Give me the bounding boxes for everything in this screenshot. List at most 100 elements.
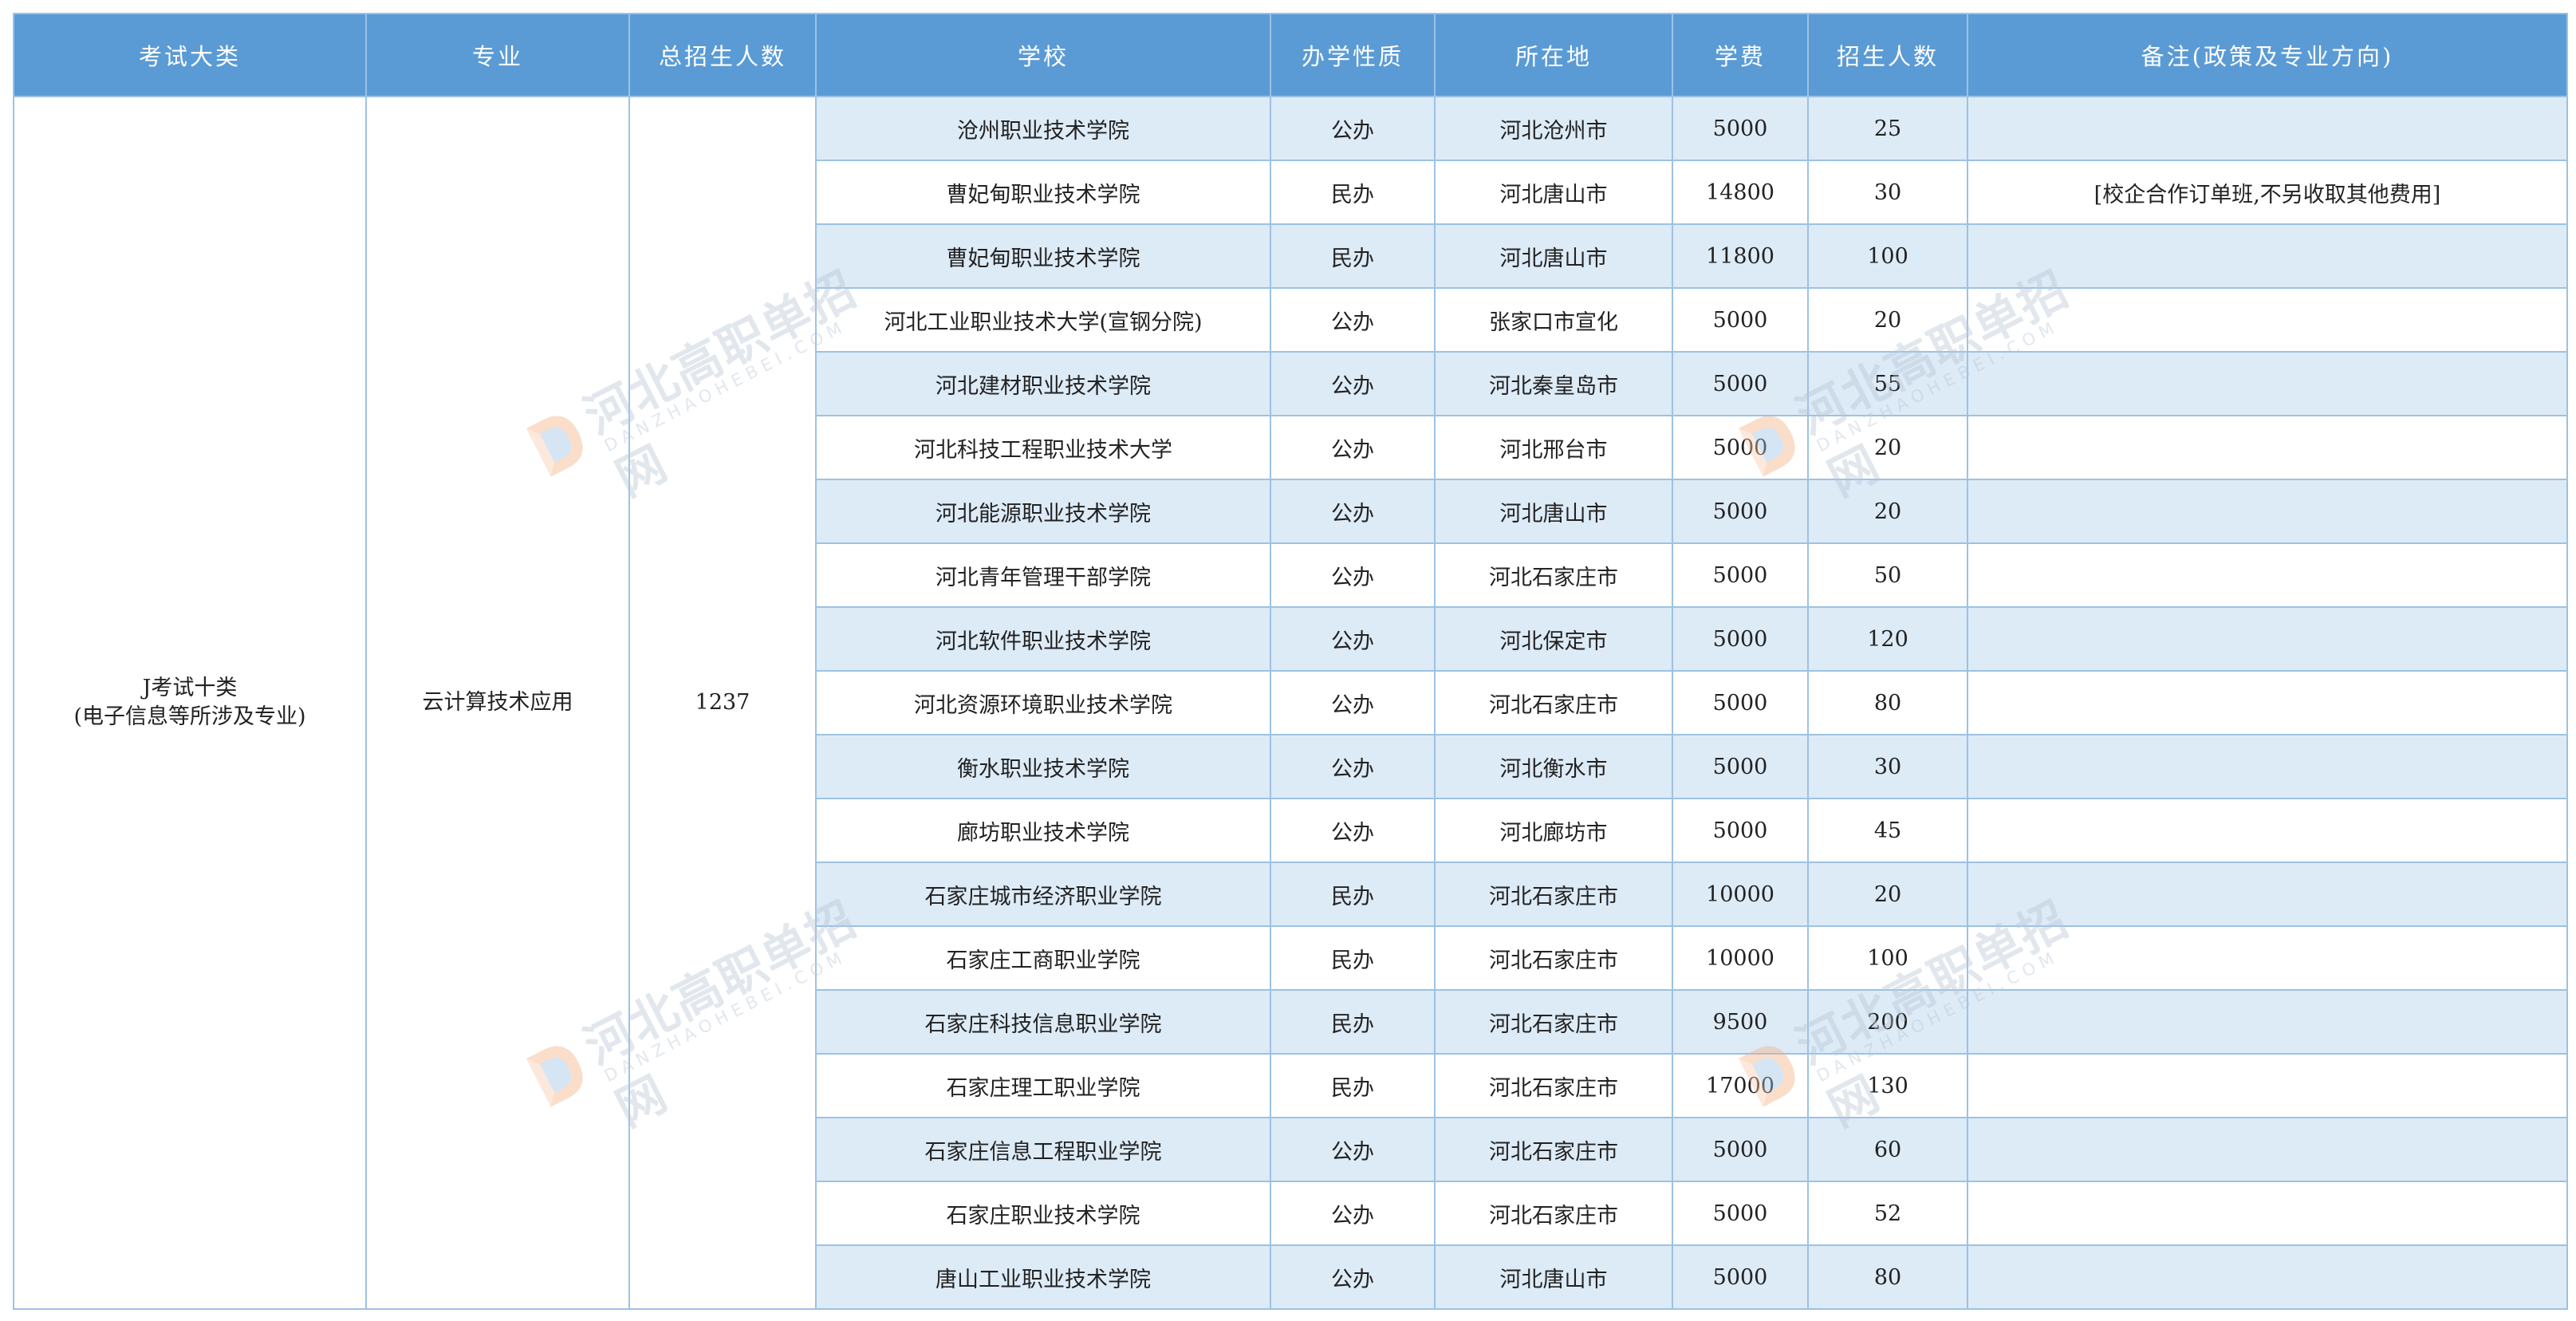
school-cell: 石家庄城市经济职业学院 bbox=[815, 862, 1271, 927]
type-cell: 公办 bbox=[1270, 351, 1436, 416]
type-cell: 公办 bbox=[1270, 1244, 1436, 1310]
location-cell: 河北廊坊市 bbox=[1434, 798, 1673, 863]
school-cell: 河北工业职业技术大学(宣钢分院) bbox=[815, 287, 1271, 353]
fee-cell: 5000 bbox=[1672, 1117, 1809, 1182]
note-cell bbox=[1967, 670, 2568, 735]
type-cell: 公办 bbox=[1270, 798, 1436, 863]
total-cell: 1237 bbox=[628, 96, 817, 1310]
type-cell: 民办 bbox=[1270, 223, 1436, 289]
note-cell bbox=[1967, 96, 2568, 161]
note-cell: [校企合作订单班,不另收取其他费用] bbox=[1967, 160, 2568, 225]
quota-cell: 45 bbox=[1807, 798, 1968, 863]
quota-cell: 80 bbox=[1807, 670, 1968, 735]
header-fee: 学费 bbox=[1672, 13, 1809, 97]
fee-cell: 10000 bbox=[1672, 862, 1809, 927]
type-cell: 公办 bbox=[1270, 1181, 1436, 1246]
quota-cell: 100 bbox=[1807, 223, 1968, 289]
quota-cell: 130 bbox=[1807, 1053, 1968, 1118]
type-cell: 公办 bbox=[1270, 96, 1436, 161]
quota-cell: 20 bbox=[1807, 287, 1968, 353]
fee-cell: 5000 bbox=[1672, 1244, 1809, 1310]
quota-cell: 80 bbox=[1807, 1244, 1968, 1310]
table-row: J考试十类 (电子信息等所涉及专业) 云计算技术应用 1237 沧州职业技术学院 公办 河北… bbox=[13, 96, 2568, 1310]
type-cell: 公办 bbox=[1270, 287, 1436, 353]
note-cell bbox=[1967, 862, 2568, 927]
header-major: 专业 bbox=[365, 13, 630, 97]
note-cell bbox=[1967, 1244, 2568, 1310]
location-cell: 河北邢台市 bbox=[1434, 415, 1673, 480]
location-cell: 河北沧州市 bbox=[1434, 96, 1673, 161]
fee-cell: 5000 bbox=[1672, 542, 1809, 608]
note-cell bbox=[1967, 223, 2568, 289]
school-cell: 廊坊职业技术学院 bbox=[815, 798, 1271, 863]
location-cell: 河北秦皇岛市 bbox=[1434, 351, 1673, 416]
school-cell: 河北青年管理干部学院 bbox=[815, 542, 1271, 608]
quota-cell: 30 bbox=[1807, 160, 1968, 225]
admissions-table: 考试大类 专业 总招生人数 学校 办学性质 所在地 学费 招生人数 备注(政策及… bbox=[13, 13, 2568, 1310]
fee-cell: 17000 bbox=[1672, 1053, 1809, 1118]
fee-cell: 5000 bbox=[1672, 606, 1809, 672]
type-cell: 公办 bbox=[1270, 479, 1436, 544]
school-cell: 河北建材职业技术学院 bbox=[815, 351, 1271, 416]
category-line-2: (电子信息等所涉及专业) bbox=[73, 704, 306, 729]
note-cell bbox=[1967, 1181, 2568, 1246]
location-cell: 河北唐山市 bbox=[1434, 223, 1673, 289]
quota-cell: 30 bbox=[1807, 734, 1968, 799]
location-cell: 河北石家庄市 bbox=[1434, 542, 1673, 608]
quota-cell: 20 bbox=[1807, 479, 1968, 544]
school-cell: 河北资源环境职业技术学院 bbox=[815, 670, 1271, 735]
quota-cell: 20 bbox=[1807, 862, 1968, 927]
school-cell: 石家庄工商职业学院 bbox=[815, 925, 1271, 991]
header-row: 考试大类 专业 总招生人数 学校 办学性质 所在地 学费 招生人数 备注(政策及… bbox=[13, 13, 2568, 97]
quota-cell: 55 bbox=[1807, 351, 1968, 416]
note-cell bbox=[1967, 351, 2568, 416]
note-cell bbox=[1967, 542, 2568, 608]
note-cell bbox=[1967, 1117, 2568, 1182]
note-cell bbox=[1967, 925, 2568, 991]
type-cell: 民办 bbox=[1270, 989, 1436, 1055]
header-location: 所在地 bbox=[1434, 13, 1673, 97]
location-cell: 张家口市宣化 bbox=[1434, 287, 1673, 353]
fee-cell: 5000 bbox=[1672, 351, 1809, 416]
type-cell: 民办 bbox=[1270, 1053, 1436, 1118]
school-cell: 河北能源职业技术学院 bbox=[815, 479, 1271, 544]
fee-cell: 11800 bbox=[1672, 223, 1809, 289]
location-cell: 河北唐山市 bbox=[1434, 1244, 1673, 1310]
fee-cell: 14800 bbox=[1672, 160, 1809, 225]
type-cell: 公办 bbox=[1270, 542, 1436, 608]
school-cell: 衡水职业技术学院 bbox=[815, 734, 1271, 799]
category-cell: J考试十类 (电子信息等所涉及专业) bbox=[13, 96, 367, 1310]
fee-cell: 5000 bbox=[1672, 96, 1809, 161]
school-cell: 河北软件职业技术学院 bbox=[815, 606, 1271, 672]
header-total: 总招生人数 bbox=[628, 13, 817, 97]
note-cell bbox=[1967, 734, 2568, 799]
type-cell: 公办 bbox=[1270, 415, 1436, 480]
fee-cell: 5000 bbox=[1672, 798, 1809, 863]
location-cell: 河北石家庄市 bbox=[1434, 1053, 1673, 1118]
quota-cell: 100 bbox=[1807, 925, 1968, 991]
school-cell: 唐山工业职业技术学院 bbox=[815, 1244, 1271, 1310]
location-cell: 河北石家庄市 bbox=[1434, 670, 1673, 735]
location-cell: 河北石家庄市 bbox=[1434, 1181, 1673, 1246]
fee-cell: 5000 bbox=[1672, 734, 1809, 799]
school-cell: 石家庄理工职业学院 bbox=[815, 1053, 1271, 1118]
quota-cell: 20 bbox=[1807, 415, 1968, 480]
location-cell: 河北保定市 bbox=[1434, 606, 1673, 672]
school-cell: 石家庄信息工程职业学院 bbox=[815, 1117, 1271, 1182]
location-cell: 河北衡水市 bbox=[1434, 734, 1673, 799]
fee-cell: 10000 bbox=[1672, 925, 1809, 991]
quota-cell: 52 bbox=[1807, 1181, 1968, 1246]
school-cell: 河北科技工程职业技术大学 bbox=[815, 415, 1271, 480]
school-cell: 石家庄职业技术学院 bbox=[815, 1181, 1271, 1246]
quota-cell: 120 bbox=[1807, 606, 1968, 672]
fee-cell: 5000 bbox=[1672, 479, 1809, 544]
note-cell bbox=[1967, 1053, 2568, 1118]
fee-cell: 5000 bbox=[1672, 415, 1809, 480]
fee-cell: 5000 bbox=[1672, 1181, 1809, 1246]
school-cell: 曹妃甸职业技术学院 bbox=[815, 223, 1271, 289]
fee-cell: 5000 bbox=[1672, 287, 1809, 353]
note-cell bbox=[1967, 287, 2568, 353]
header-note: 备注(政策及专业方向) bbox=[1967, 13, 2568, 97]
note-cell bbox=[1967, 606, 2568, 672]
major-cell: 云计算技术应用 bbox=[365, 96, 630, 1310]
